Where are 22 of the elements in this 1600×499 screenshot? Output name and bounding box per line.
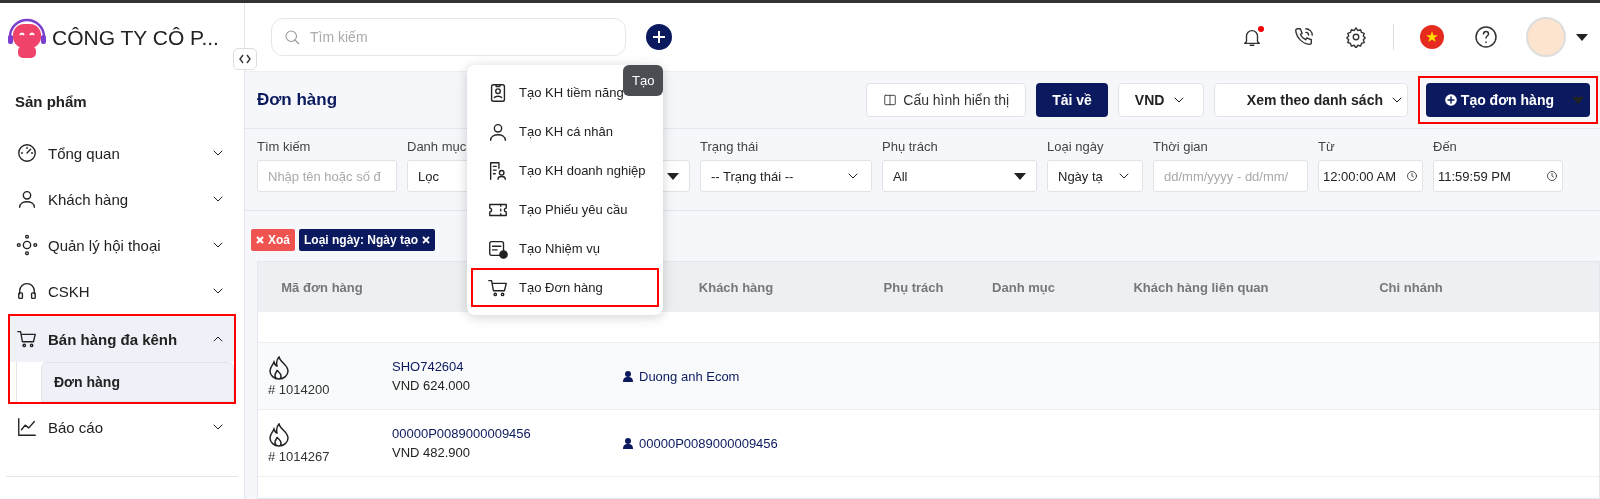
column-header: Danh mục	[991, 279, 1056, 295]
column-header: Khách hàng liên quan	[1132, 279, 1270, 295]
filter-label: Đến	[1433, 139, 1458, 154]
section-heading: Sản phẩm	[14, 92, 88, 112]
page-title: Đơn hàng	[257, 90, 338, 110]
filter-label: Danh mục	[407, 139, 468, 154]
company-name: CÔNG TY CÔ P...	[52, 26, 219, 50]
column-header: Phụ trách	[882, 279, 945, 295]
order-number: # 1014267	[268, 448, 331, 464]
column-header: Khách hàng	[697, 279, 775, 295]
tooltip: Tạo	[623, 65, 664, 96]
filter-label: Loại ngày	[1047, 139, 1105, 154]
filter-label: Tìm kiếm	[257, 139, 312, 154]
column-header: Chi nhánh	[1378, 279, 1444, 295]
order-amount: VND 482.900	[392, 445, 472, 460]
filter-label: Phụ trách	[882, 139, 939, 154]
order-amount: VND 624.000	[392, 378, 472, 393]
column-header: Mã đơn hàng	[280, 279, 364, 295]
order-number: # 1014200	[268, 381, 331, 397]
filter-label: Trạng thái	[700, 139, 760, 154]
filter-label: Từ	[1318, 139, 1336, 154]
filter-label: Thời gian	[1153, 139, 1209, 154]
